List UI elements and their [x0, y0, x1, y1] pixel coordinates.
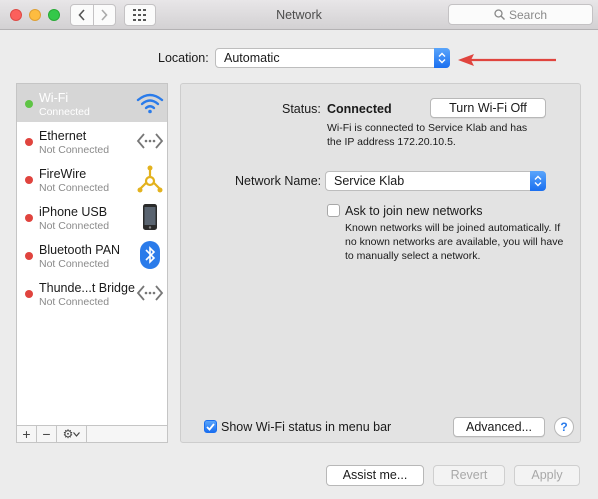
service-list: Wi-Fi Connected Ethernet Not Connected F… [16, 83, 168, 426]
service-name: Thunde...t Bridge [39, 281, 135, 295]
status-value: Connected [327, 102, 392, 116]
service-status: Not Connected [39, 258, 110, 270]
location-value: Automatic [224, 51, 280, 65]
status-dot [25, 252, 33, 260]
revert-button[interactable]: Revert [433, 465, 505, 486]
help-button[interactable]: ? [554, 417, 574, 437]
service-item-iphone-usb[interactable]: iPhone USB Not Connected [17, 198, 167, 236]
firewire-icon [135, 164, 165, 194]
service-status: Not Connected [39, 144, 110, 156]
network-name-select[interactable]: Service Klab [325, 171, 546, 191]
search-field[interactable]: Search [448, 4, 593, 25]
service-name: iPhone USB [39, 205, 108, 219]
location-label: Location: [158, 51, 209, 65]
ask-to-join-checkbox[interactable] [327, 204, 340, 217]
status-dot [25, 138, 33, 146]
add-service-button[interactable]: + [17, 426, 37, 442]
service-item-thunderbolt-bridge[interactable]: Thunde...t Bridge Not Connected [17, 274, 167, 312]
service-status: Not Connected [39, 182, 110, 194]
service-name: Wi-Fi [39, 91, 69, 105]
gear-icon: ⚙ [62, 427, 74, 441]
network-name-value: Service Klab [334, 174, 405, 188]
advanced-button[interactable]: Advanced... [453, 417, 545, 437]
assist-me-button[interactable]: Assist me... [326, 465, 424, 486]
checkmark-icon [206, 422, 215, 431]
ask-to-join-description-line-2: no known networks are available, you wil… [345, 236, 564, 248]
bluetooth-icon [135, 240, 165, 270]
status-label: Status: [282, 102, 321, 116]
search-placeholder: Search [508, 7, 548, 22]
service-status: Not Connected [39, 296, 110, 308]
remove-service-button[interactable]: − [37, 426, 57, 442]
status-description-line-2: the IP address 172.20.10.5. [327, 136, 456, 148]
iphone-icon [135, 202, 165, 232]
service-list-toolbar: + − ⚙ [16, 426, 168, 443]
title-bar: Network Search [0, 0, 598, 30]
annotation-arrow-icon [458, 54, 556, 66]
service-item-wifi[interactable]: Wi-Fi Connected [17, 84, 167, 122]
service-status: Not Connected [39, 220, 110, 232]
service-item-firewire[interactable]: FireWire Not Connected [17, 160, 167, 198]
status-dot [25, 214, 33, 222]
thunderbolt-bridge-icon [135, 278, 165, 308]
show-wifi-status-checkbox[interactable] [204, 420, 217, 433]
status-dot [25, 176, 33, 184]
show-wifi-status-label[interactable]: Show Wi-Fi status in menu bar [221, 420, 391, 434]
updown-arrows-icon [434, 48, 450, 68]
ethernet-icon [135, 126, 165, 156]
status-dot [25, 290, 33, 298]
apply-button[interactable]: Apply [514, 465, 580, 486]
status-dot [25, 100, 33, 108]
updown-arrows-icon [530, 171, 546, 191]
location-select[interactable]: Automatic [215, 48, 450, 68]
ask-to-join-label[interactable]: Ask to join new networks [345, 204, 483, 218]
service-name: Ethernet [39, 129, 87, 143]
chevron-down-icon [73, 431, 81, 437]
ask-to-join-description-line-1: Known networks will be joined automatica… [345, 222, 561, 234]
network-name-label: Network Name: [235, 174, 322, 188]
status-description-line-1: Wi-Fi is connected to Service Klab and h… [327, 122, 528, 134]
wifi-icon [135, 88, 165, 118]
ask-to-join-description-line-3: to manually select a network. [345, 250, 481, 262]
service-status: Connected [39, 106, 90, 118]
wifi-detail-panel: Status: Connected Turn Wi-Fi Off Wi-Fi i… [180, 83, 581, 443]
service-name: FireWire [39, 167, 87, 181]
service-item-bluetooth-pan[interactable]: Bluetooth PAN Not Connected [17, 236, 167, 274]
turn-wifi-off-button[interactable]: Turn Wi-Fi Off [430, 98, 546, 118]
search-icon [494, 9, 505, 20]
service-item-ethernet[interactable]: Ethernet Not Connected [17, 122, 167, 160]
service-actions-button[interactable]: ⚙ [57, 426, 87, 442]
service-name: Bluetooth PAN [39, 243, 121, 257]
